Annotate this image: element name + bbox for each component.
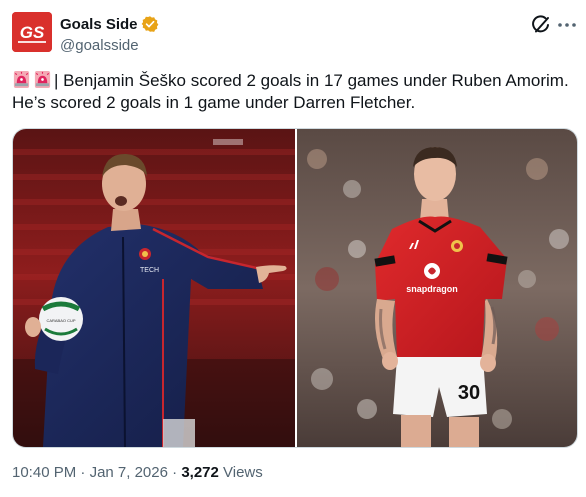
- avatar[interactable]: GS: [12, 12, 52, 52]
- meta-separator: ·: [76, 464, 90, 481]
- tweet-time[interactable]: 10:40 PM: [12, 464, 76, 481]
- views-label: Views: [218, 464, 263, 481]
- views-count[interactable]: 3,272: [181, 464, 219, 481]
- tweet-text: | Benjamin Šeško scored 2 goals in 17 ga…: [12, 70, 578, 114]
- media-grid: TECH CARABAO CUP snapdragon 30: [12, 128, 578, 448]
- tweet-text-line2: He’s scored 2 goals in 1 game under Darr…: [12, 93, 416, 112]
- shirt-number-text: 30: [458, 382, 480, 404]
- photo-coach[interactable]: TECH CARABAO CUP: [13, 129, 295, 447]
- tweet-meta: 10:40 PM · Jan 7, 2026 · 3,272 Views: [12, 463, 263, 483]
- meta-separator: ·: [167, 464, 182, 481]
- siren-icon: [12, 70, 31, 89]
- jacket-sponsor-text: TECH: [140, 267, 159, 274]
- tweet-date[interactable]: Jan 7, 2026: [90, 464, 168, 481]
- author-handle[interactable]: @goalsside: [60, 36, 159, 56]
- author-name[interactable]: Goals Side: [60, 16, 138, 33]
- grok-icon[interactable]: [530, 14, 552, 36]
- ball-label-text: CARABAO CUP: [46, 318, 75, 323]
- siren-icon: [33, 70, 52, 89]
- shirt-sponsor-text: snapdragon: [406, 284, 458, 294]
- verified-badge-icon[interactable]: [141, 15, 159, 33]
- avatar-logo-text: GS: [20, 23, 45, 42]
- photo-player[interactable]: snapdragon 30: [297, 129, 577, 447]
- more-icon[interactable]: [556, 14, 578, 36]
- tweet-text-line1: | Benjamin Šeško scored 2 goals in 17 ga…: [54, 71, 569, 90]
- tweet: GS Goals Side @goalsside | Benjamin Šešk…: [0, 0, 586, 497]
- author-block: Goals Side @goalsside: [60, 14, 159, 56]
